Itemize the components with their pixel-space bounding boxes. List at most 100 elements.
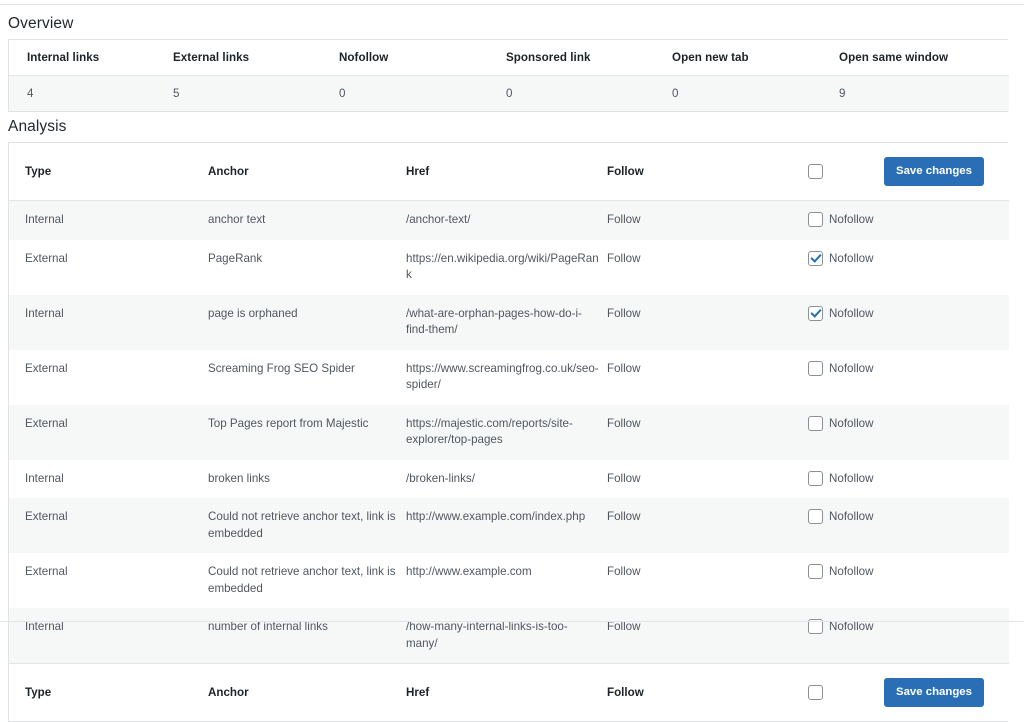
- overview-col-internal-links: Internal links: [9, 40, 173, 76]
- nofollow-toggle[interactable]: Nofollow: [808, 564, 876, 579]
- cell-type: Internal: [9, 608, 208, 664]
- analysis-col-type: Type: [9, 143, 208, 201]
- analysis-header-row: Type Anchor Href Follow Save changes: [9, 143, 1009, 201]
- cell-follow: Follow: [607, 294, 808, 350]
- table-row: Internal broken links/broken-links/Follow…: [9, 459, 1009, 498]
- select-all-checkbox-footer[interactable]: [808, 685, 823, 700]
- overview-col-external-links: External links: [173, 40, 339, 76]
- table-row: External Could not retrieve anchor text, …: [9, 498, 1009, 553]
- cell-follow: Follow: [607, 553, 808, 608]
- overview-col-sponsored-link: Sponsored link: [506, 40, 672, 76]
- cell-href: /broken-links/: [406, 459, 607, 498]
- cell-action: [884, 294, 1009, 350]
- analysis-footer-action: Save changes: [884, 663, 1009, 721]
- cell-type: External: [9, 553, 208, 608]
- cell-nofollow: Nofollow: [808, 498, 884, 553]
- cell-href: http://www.example.com/index.php: [406, 498, 607, 553]
- nofollow-checkbox[interactable]: [808, 415, 823, 431]
- table-row: External Could not retrieve anchor text, …: [9, 553, 1009, 608]
- analysis-col-select-all: [808, 143, 884, 201]
- cell-type: Internal: [9, 459, 208, 498]
- cell-href: /what-are-orphan-pages-how-do-i-find-the…: [406, 294, 607, 350]
- nofollow-toggle[interactable]: Nofollow: [808, 212, 876, 227]
- analysis-footer-col-href: Href: [406, 663, 607, 721]
- nofollow-toggle[interactable]: Nofollow: [808, 415, 876, 431]
- cell-action: [884, 349, 1009, 405]
- analysis-footer-col-anchor: Anchor: [208, 663, 406, 721]
- nofollow-toggle[interactable]: Nofollow: [808, 305, 876, 321]
- overview-panel: Internal links External links Nofollow S…: [8, 39, 1009, 112]
- analysis-col-anchor: Anchor: [208, 143, 406, 201]
- analysis-title: Analysis: [8, 118, 67, 135]
- nofollow-checkbox-label: Nofollow: [829, 251, 874, 265]
- select-all-checkbox-header[interactable]: [808, 164, 823, 179]
- cell-type: External: [9, 498, 208, 553]
- cell-nofollow: Nofollow: [808, 239, 884, 295]
- cell-type: Internal: [9, 294, 208, 350]
- cell-anchor: Screaming Frog SEO Spider: [208, 349, 406, 405]
- nofollow-checkbox[interactable]: [808, 470, 823, 486]
- cell-href: /anchor-text/: [406, 200, 607, 240]
- nofollow-checkbox-label: Nofollow: [829, 471, 874, 485]
- analysis-section: Analysis Type Anchor Href Follow Save ch…: [8, 117, 1009, 722]
- nofollow-checkbox[interactable]: [808, 305, 823, 321]
- cell-follow: Follow: [607, 239, 808, 295]
- nofollow-checkbox-label: Nofollow: [829, 306, 874, 320]
- cell-anchor: anchor text: [208, 200, 406, 240]
- save-changes-button-bottom[interactable]: Save changes: [884, 678, 984, 707]
- overview-col-nofollow: Nofollow: [339, 40, 506, 76]
- analysis-col-follow: Follow: [607, 143, 808, 201]
- nofollow-checkbox[interactable]: [808, 360, 823, 376]
- cell-href: https://www.screamingfrog.co.uk/seo-spid…: [406, 349, 607, 405]
- cell-anchor: Top Pages report from Majestic: [208, 404, 406, 460]
- cell-type: External: [9, 239, 208, 295]
- overview-title: Overview: [8, 15, 74, 32]
- cell-anchor: PageRank: [208, 239, 406, 295]
- cell-nofollow: Nofollow: [808, 608, 884, 664]
- cell-type: Internal: [9, 200, 208, 240]
- cell-nofollow: Nofollow: [808, 349, 884, 405]
- nofollow-checkbox[interactable]: [808, 509, 823, 524]
- cell-action: [884, 498, 1009, 553]
- cell-href: http://www.example.com: [406, 553, 607, 608]
- cell-nofollow: Nofollow: [808, 459, 884, 498]
- nofollow-checkbox-label: Nofollow: [829, 213, 874, 226]
- overview-value-open-new-tab: 0: [672, 75, 839, 111]
- nofollow-toggle[interactable]: Nofollow: [808, 509, 876, 524]
- nofollow-checkbox[interactable]: [808, 564, 823, 579]
- analysis-footer-col-type: Type: [9, 663, 208, 721]
- overview-value-sponsored-link: 0: [506, 75, 672, 111]
- cell-nofollow: Nofollow: [808, 553, 884, 608]
- analysis-col-href: Href: [406, 143, 607, 201]
- nofollow-checkbox[interactable]: [808, 250, 823, 266]
- cell-nofollow: Nofollow: [808, 294, 884, 350]
- nofollow-checkbox[interactable]: [808, 212, 823, 227]
- nofollow-toggle[interactable]: Nofollow: [808, 250, 876, 266]
- nofollow-toggle[interactable]: Nofollow: [808, 470, 876, 486]
- cell-nofollow: Nofollow: [808, 200, 884, 240]
- overview-col-open-same-window: Open same window: [839, 40, 1009, 76]
- analysis-footer-col-select-all: [808, 663, 884, 721]
- nofollow-checkbox-label: Nofollow: [829, 510, 874, 523]
- cell-action: [884, 459, 1009, 498]
- cell-type: External: [9, 349, 208, 405]
- overview-value-external-links: 5: [173, 75, 339, 111]
- cell-action: [884, 608, 1009, 664]
- analysis-table: Type Anchor Href Follow Save changes Int…: [9, 143, 1009, 721]
- nofollow-checkbox-label: Nofollow: [829, 565, 874, 578]
- cell-type: External: [9, 404, 208, 460]
- table-row: External Top Pages report from Majestic ht…: [9, 404, 1009, 460]
- nofollow-checkbox-label: Nofollow: [829, 416, 874, 430]
- top-divider: [0, 4, 1024, 5]
- table-row: External Screaming Frog SEO Spider https:/…: [9, 349, 1009, 405]
- nofollow-toggle[interactable]: Nofollow: [808, 360, 876, 376]
- cell-follow: Follow: [607, 349, 808, 405]
- analysis-header-action: Save changes: [884, 143, 1009, 201]
- table-row: Internal page is orphaned/what-are-orphan…: [9, 294, 1009, 350]
- analysis-footer-row: Type Anchor Href Follow Save changes: [9, 663, 1009, 721]
- save-changes-button-top[interactable]: Save changes: [884, 157, 984, 186]
- overview-value-row: 4 5 0 0 0 9: [9, 75, 1009, 111]
- table-row: Internal number of internal links/how-man…: [9, 608, 1009, 664]
- cell-anchor: number of internal links: [208, 608, 406, 664]
- cell-action: [884, 404, 1009, 460]
